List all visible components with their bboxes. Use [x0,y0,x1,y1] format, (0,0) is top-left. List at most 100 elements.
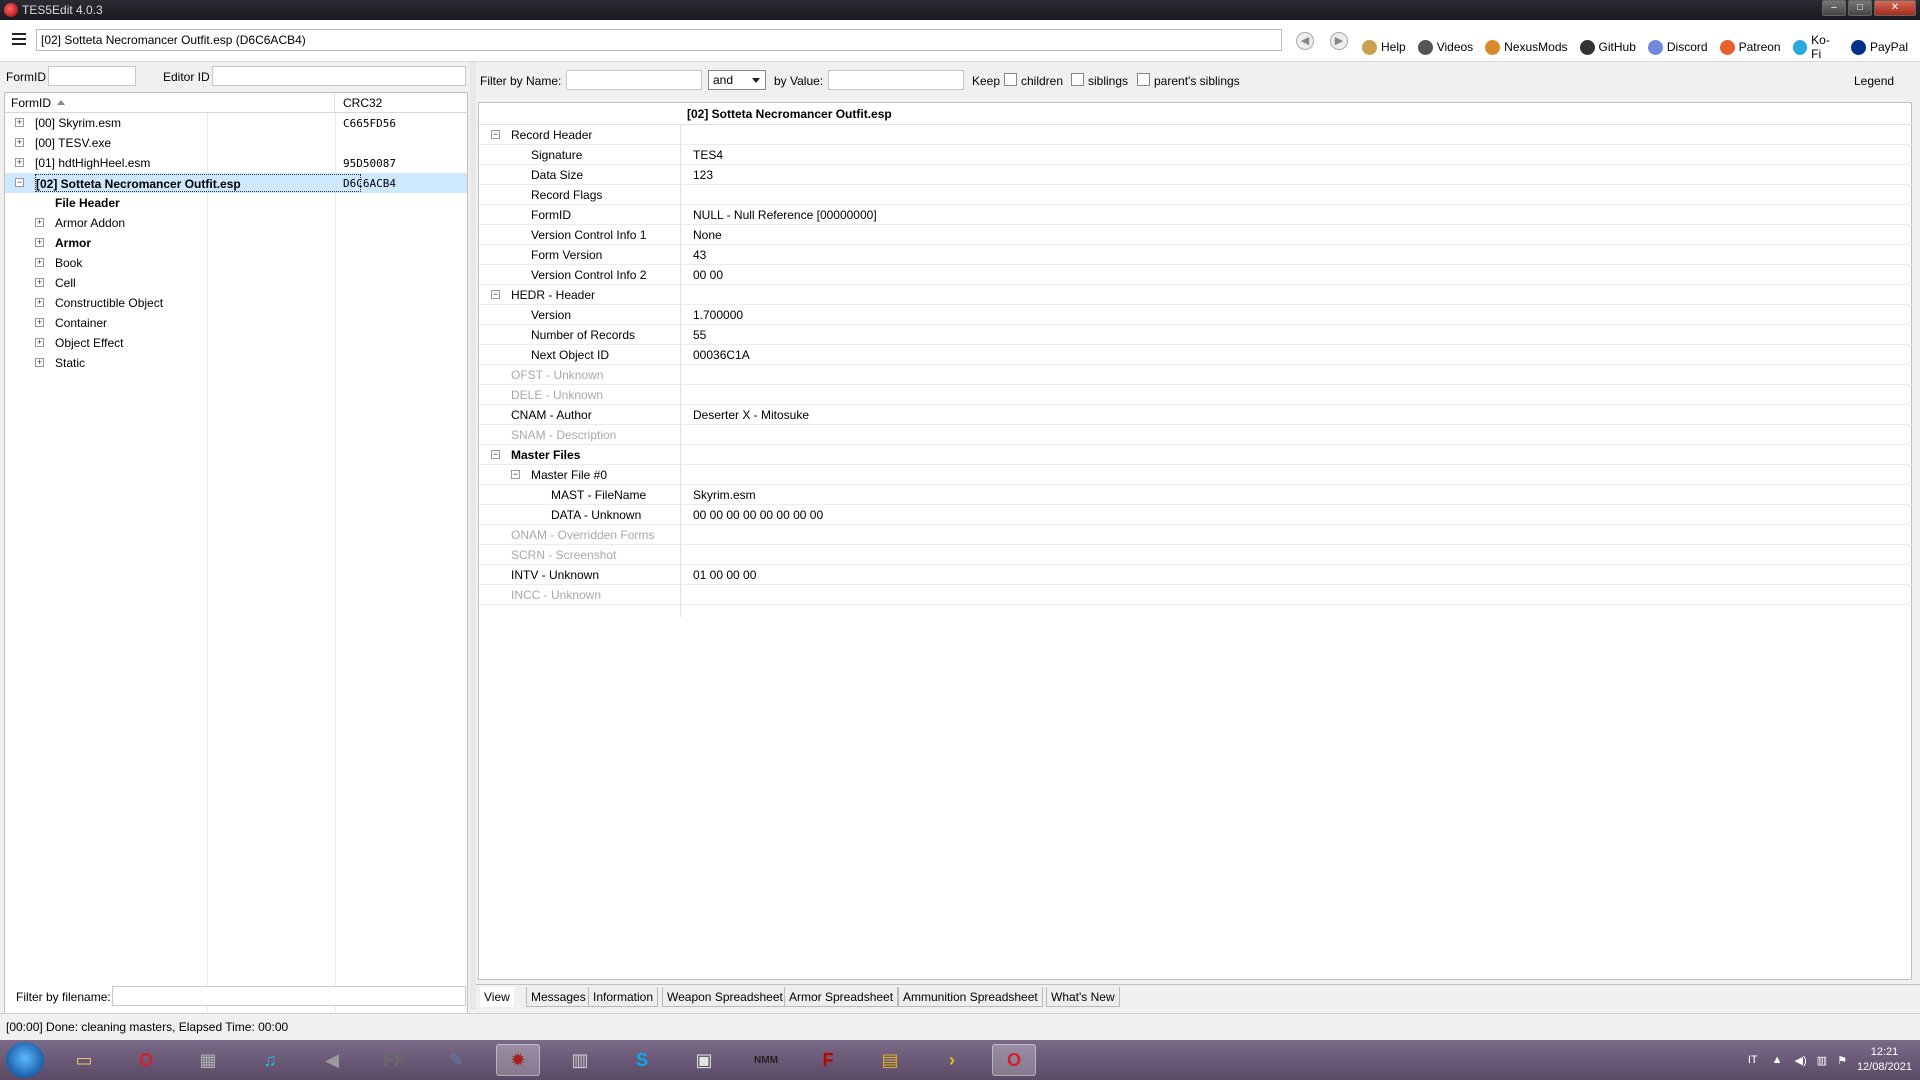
feather-icon[interactable]: ✎ [434,1044,478,1076]
record-field-row[interactable]: MAST - FileName Skyrim.esm [479,485,1913,505]
ffdec-icon[interactable]: FF [372,1044,416,1076]
show-hidden-icons-icon[interactable]: ▲ [1772,1054,1783,1066]
parents-siblings-checkbox[interactable] [1137,73,1150,86]
expand-icon[interactable]: + [35,278,44,287]
record-field-row[interactable]: Signature TES4 [479,145,1913,165]
link-kofi[interactable]: Ko-Fi [1792,33,1839,61]
record-field-row[interactable]: SCRN - Screenshot [479,545,1913,565]
tree-row[interactable]: + Object Effect [5,333,467,353]
close-button[interactable]: ✕ [1874,0,1916,16]
tab-armor-spreadsheet[interactable]: Armor Spreadsheet [784,987,899,1007]
collapse-icon[interactable]: − [491,290,500,299]
back-icon[interactable]: ◀ [1296,32,1314,50]
tab-information[interactable]: Information [588,987,659,1007]
link-github[interactable]: GitHub [1579,39,1636,55]
editorid-input[interactable] [212,66,466,86]
tree-row[interactable]: + Container [5,313,467,333]
record-field-row[interactable]: Form Version 43 [479,245,1913,265]
record-field-row[interactable]: Record Flags [479,185,1913,205]
tree-row[interactable]: + [00] Skyrim.esm C665FD56 [5,113,467,133]
tree-row[interactable]: + Armor Addon [5,213,467,233]
explorer-icon[interactable]: ▭ [62,1044,106,1076]
record-field-row[interactable]: Version Control Info 1 None [479,225,1913,245]
filename-filter-input[interactable] [112,986,466,1006]
expand-icon[interactable]: + [35,238,44,247]
record-field-row[interactable]: FormID NULL - Null Reference [00000000] [479,205,1913,225]
tree-row[interactable]: − [02] Sotteta Necromancer Outfit.esp D6C6… [5,173,467,193]
clock[interactable]: 12:21 12/08/2021 [1857,1045,1912,1075]
tree-row[interactable]: + Cell [5,273,467,293]
filezilla-icon[interactable]: F [806,1044,850,1076]
record-field-row[interactable]: CNAM - Author Deserter X - Mitosuke [479,405,1913,425]
link-paypal[interactable]: PayPal [1850,39,1908,55]
tab-ammunition-spreadsheet[interactable]: Ammunition Spreadsheet [898,987,1043,1007]
flag-icon[interactable]: ⚑ [1837,1054,1847,1067]
archive-icon[interactable]: ▤ [868,1044,912,1076]
expand-icon[interactable]: + [35,258,44,267]
minimize-button[interactable]: – [1822,0,1846,16]
record-field-row[interactable]: ONAM - Overridden Forms [479,525,1913,545]
arrow-icon[interactable]: › [930,1044,974,1076]
tree-row[interactable]: + Armor [5,233,467,253]
expand-icon[interactable]: + [35,338,44,347]
speaker-icon[interactable]: ◀ [310,1044,354,1076]
opera-icon[interactable]: O [124,1044,168,1076]
tab-weapon-spreadsheet[interactable]: Weapon Spreadsheet [662,987,788,1007]
maximize-button[interactable]: □ [1848,0,1872,16]
tab-messages[interactable]: Messages [526,987,591,1007]
link-nexusmods[interactable]: NexusMods [1485,39,1568,55]
tes5edit-icon[interactable]: ✹ [496,1044,540,1076]
children-checkbox[interactable] [1004,73,1017,86]
window-icon[interactable]: ▣ [682,1044,726,1076]
tree-row[interactable]: + [01] hdtHighHeel.esm 95D50087 [5,153,467,173]
record-field-row[interactable]: Next Object ID 00036C1A [479,345,1913,365]
expand-icon[interactable]: + [15,158,24,167]
siblings-checkbox[interactable] [1071,73,1084,86]
record-field-row[interactable]: Version Control Info 2 00 00 [479,265,1913,285]
link-discord[interactable]: Discord [1647,39,1708,55]
tree-row[interactable]: + Book [5,253,467,273]
link-patreon[interactable]: Patreon [1719,39,1781,55]
record-field-row[interactable]: Data Size 123 [479,165,1913,185]
volume-icon[interactable]: ◀) [1795,1054,1807,1067]
legend-button[interactable]: Legend [1854,74,1894,88]
collapse-icon[interactable]: − [15,178,24,187]
tab-view[interactable]: View [480,987,514,1007]
nmm-icon[interactable]: NMM [744,1044,788,1076]
record-field-row[interactable]: DATA - Unknown 00 00 00 00 00 00 00 00 [479,505,1913,525]
link-videos[interactable]: Videos [1417,39,1473,55]
record-field-row[interactable]: SNAM - Description [479,425,1913,445]
forward-icon[interactable]: ▶ [1330,32,1348,50]
expand-icon[interactable]: + [35,298,44,307]
tree-row[interactable]: File Header [5,193,467,213]
tree-row[interactable]: + Static [5,353,467,373]
language-indicator[interactable]: IT [1748,1054,1758,1066]
crc32-column-header[interactable]: CRC32 [335,93,390,112]
skype-icon[interactable]: S [620,1044,664,1076]
tree-row[interactable]: + Constructible Object [5,293,467,313]
menu-icon[interactable] [12,33,26,47]
opera-gx-icon[interactable]: O [992,1044,1036,1076]
expand-icon[interactable]: + [15,138,24,147]
expand-icon[interactable]: + [35,218,44,227]
record-field-row[interactable]: − HEDR - Header [479,285,1913,305]
record-field-row[interactable]: − Record Header [479,125,1913,145]
tree-row[interactable]: + [00] TESV.exe [5,133,467,153]
music-icon[interactable]: ♫ [248,1044,292,1076]
collapse-icon[interactable]: − [491,450,500,459]
collapse-icon[interactable]: − [511,470,520,479]
filter-value-input[interactable] [828,70,964,90]
record-field-row[interactable]: − Master Files [479,445,1913,465]
formid-column-header[interactable]: FormID [5,93,335,112]
expand-icon[interactable]: + [15,118,24,127]
link-help[interactable]: Help [1362,39,1406,55]
record-field-row[interactable]: INCC - Unknown [479,585,1913,605]
record-field-row[interactable]: DELE - Unknown [479,385,1913,405]
record-field-row[interactable]: OFST - Unknown [479,365,1913,385]
tab-what-s-new[interactable]: What's New [1046,987,1120,1007]
record-field-row[interactable]: − Master File #0 [479,465,1913,485]
record-field-row[interactable]: Number of Records 55 [479,325,1913,345]
record-field-row[interactable]: Version 1.700000 [479,305,1913,325]
network-icon[interactable]: ▥ [1817,1054,1827,1067]
record-field-row[interactable]: INTV - Unknown 01 00 00 00 [479,565,1913,585]
